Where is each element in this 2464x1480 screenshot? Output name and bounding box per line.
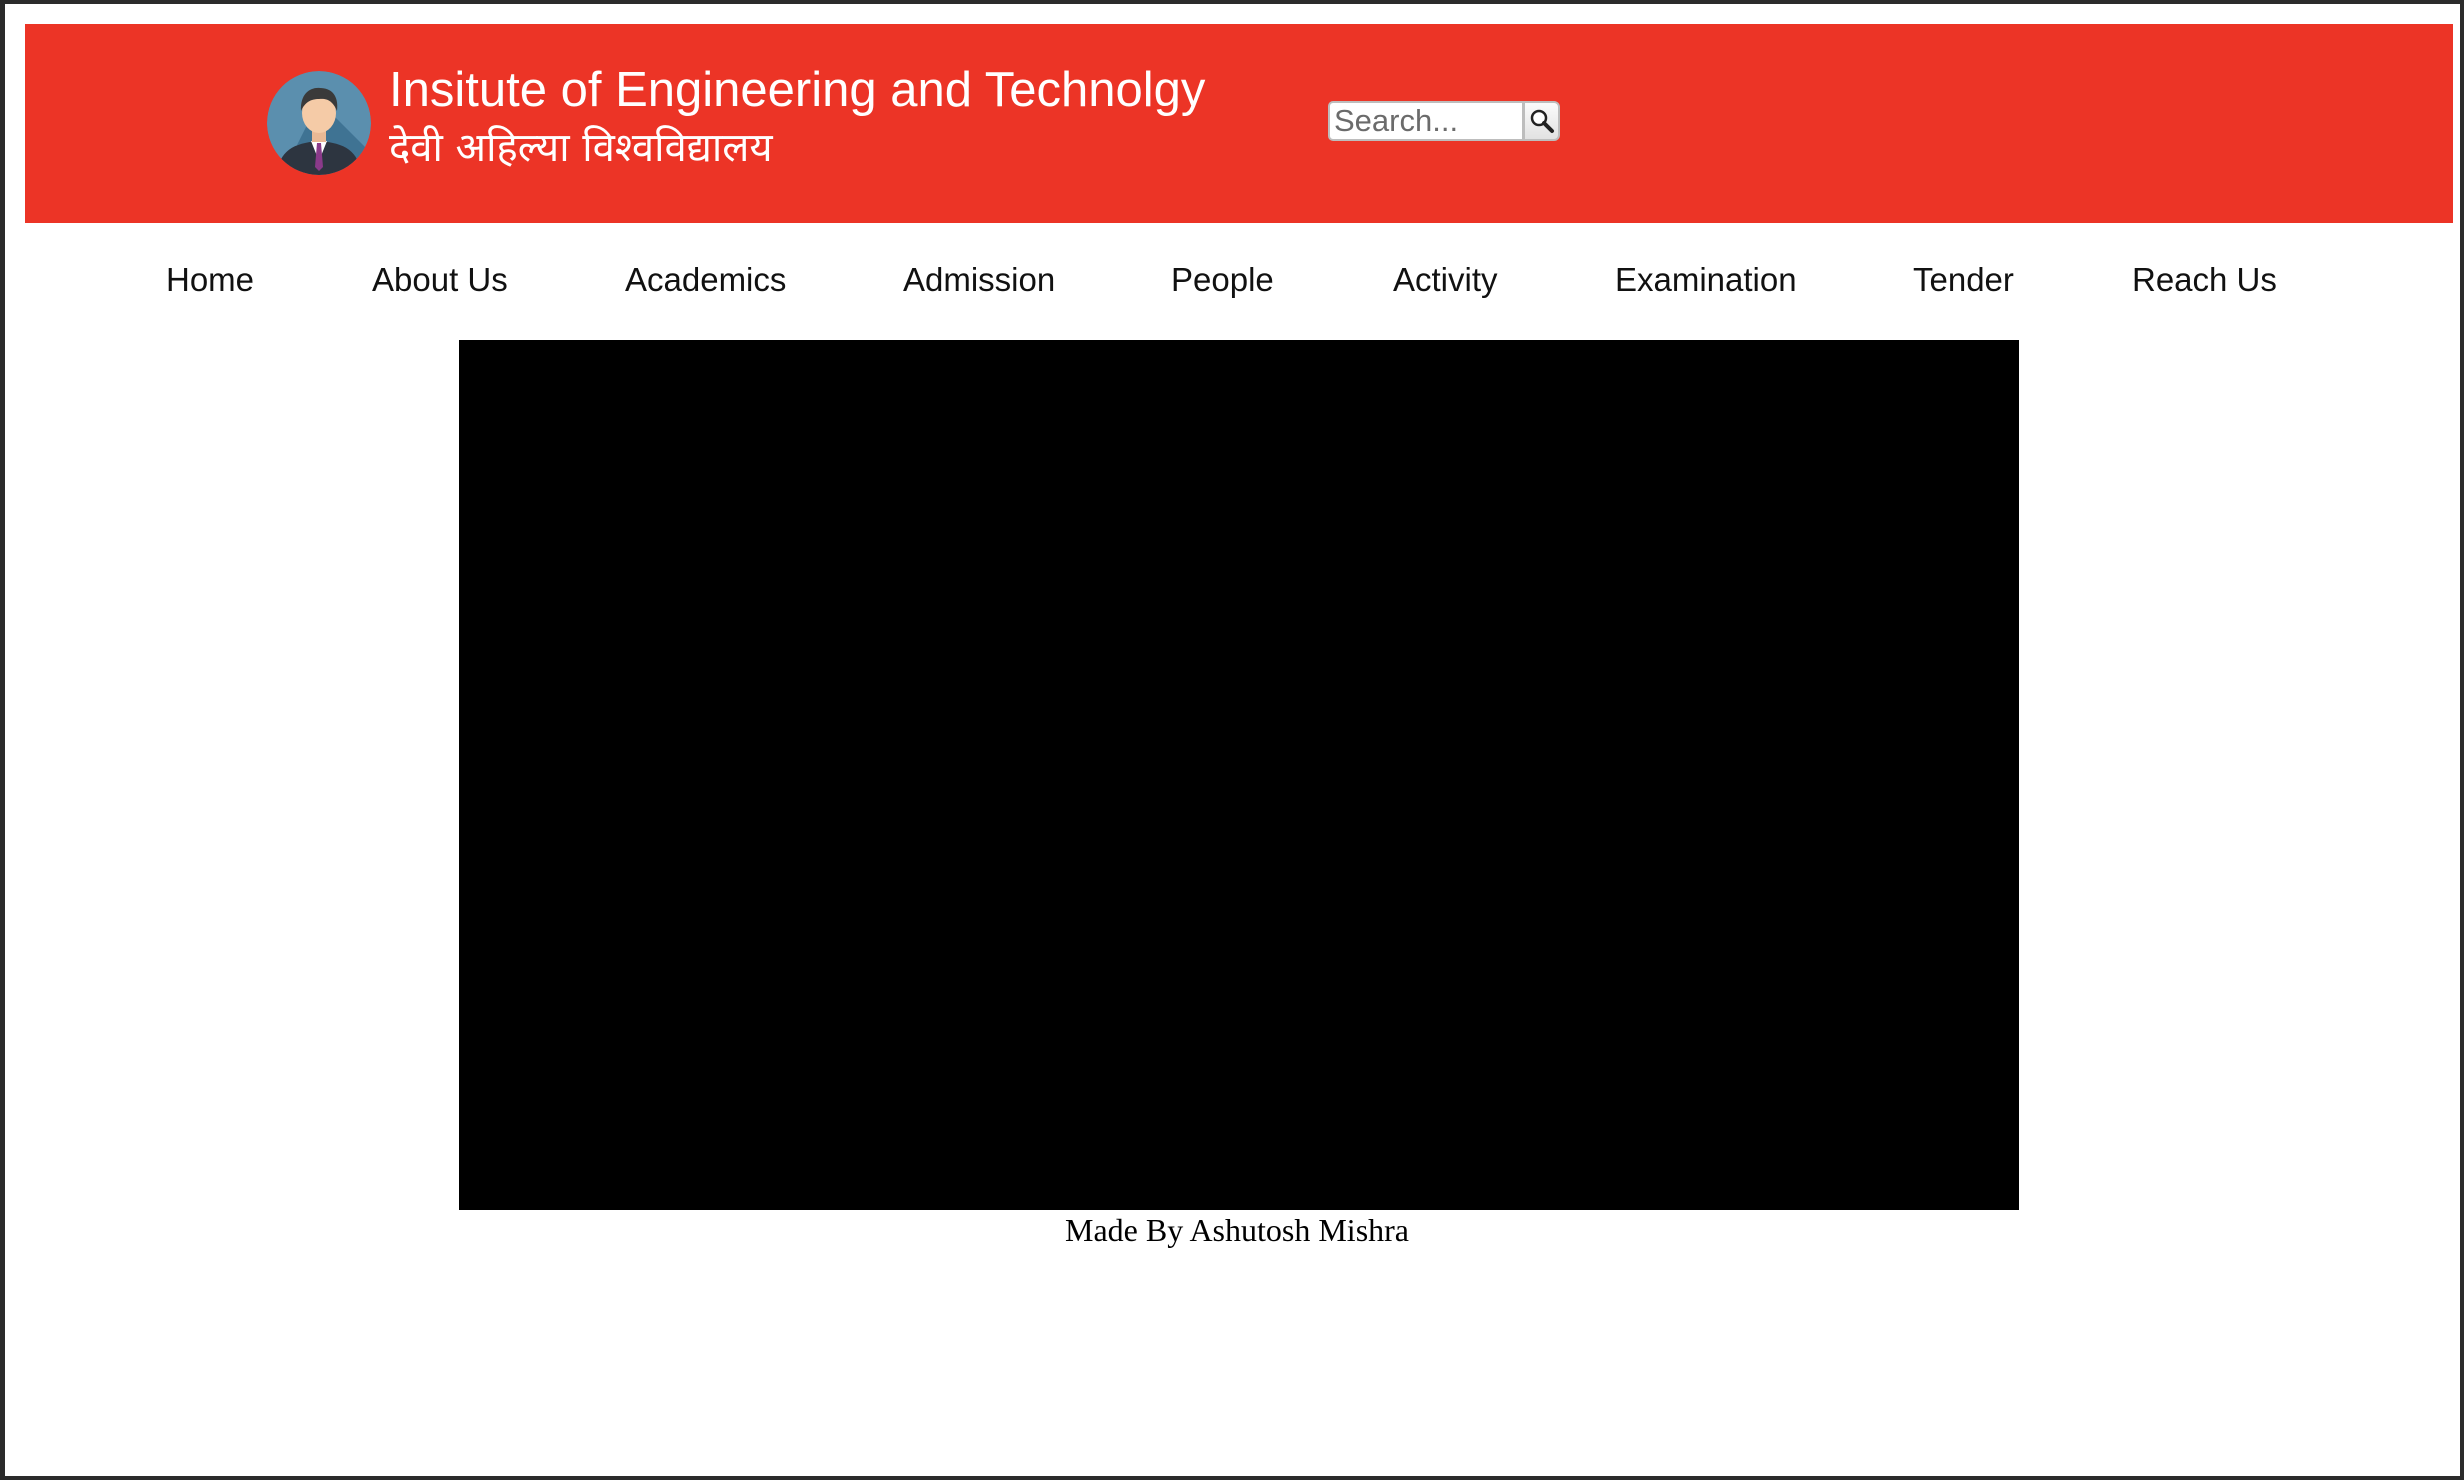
search-button[interactable] xyxy=(1524,101,1560,141)
footer-credit: Made By Ashutosh Mishra xyxy=(1065,1212,1409,1248)
nav-item-about-us[interactable]: About Us xyxy=(372,260,508,300)
nav-item-home[interactable]: Home xyxy=(166,260,254,300)
nav-item-people[interactable]: People xyxy=(1171,260,1274,300)
university-name-hindi: देवी अहिल्या विश्वविद्यालय xyxy=(389,125,773,171)
nav-item-academics[interactable]: Academics xyxy=(625,260,786,300)
site-title: Insitute of Engineering and Technolgy xyxy=(389,63,1206,117)
search-form xyxy=(1328,101,1560,141)
site-header: Insitute of Engineering and Technolgy दे… xyxy=(25,24,2453,223)
nav-item-tender[interactable]: Tender xyxy=(1913,260,2014,300)
nav-item-examination[interactable]: Examination xyxy=(1615,260,1797,300)
search-icon xyxy=(1530,109,1554,133)
nav-item-activity[interactable]: Activity xyxy=(1393,260,1498,300)
main-navigation: Home About Us Academics Admission People… xyxy=(5,252,2464,312)
person-avatar-icon xyxy=(267,71,371,175)
video-player[interactable] xyxy=(459,340,2019,1210)
search-input[interactable] xyxy=(1328,101,1524,141)
nav-item-admission[interactable]: Admission xyxy=(903,260,1055,300)
browser-viewport: Insitute of Engineering and Technolgy दे… xyxy=(0,0,2464,1480)
nav-item-reach-us[interactable]: Reach Us xyxy=(2132,260,2277,300)
